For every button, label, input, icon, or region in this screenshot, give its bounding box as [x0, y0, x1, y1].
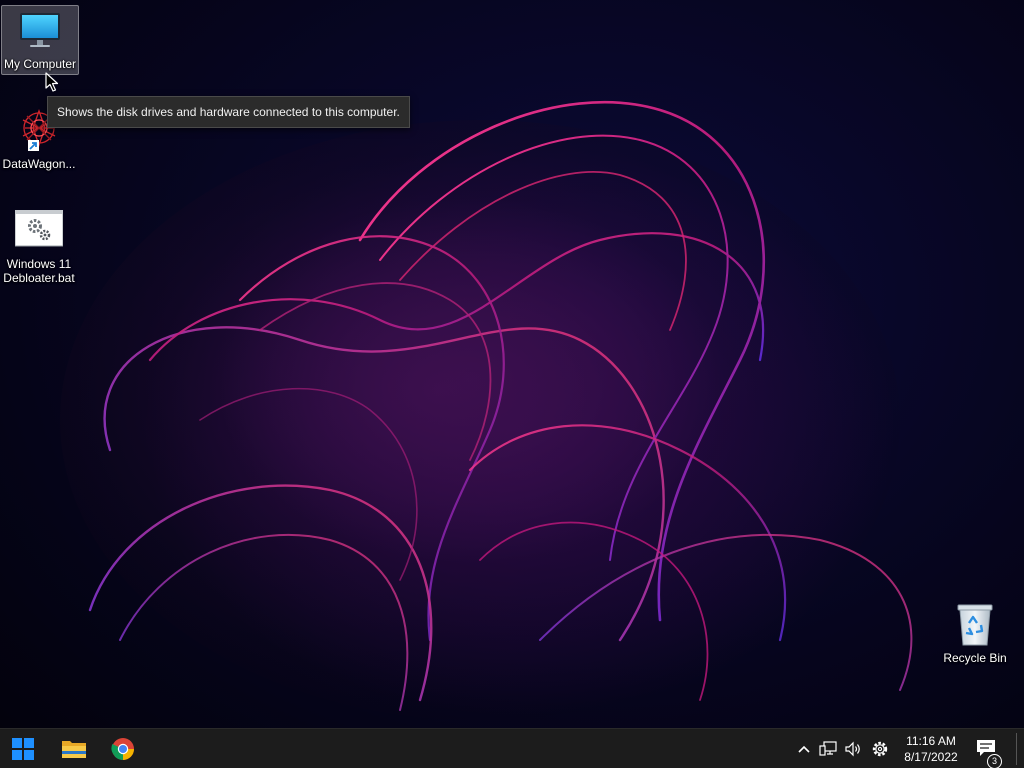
start-button[interactable] — [0, 729, 46, 769]
mouse-cursor-icon — [45, 72, 59, 92]
clock-date: 8/17/2022 — [904, 750, 958, 764]
volume-button[interactable] — [842, 729, 864, 769]
taskbar: 11:16 AM 8/17/2022 3 — [0, 728, 1024, 769]
desktop-icon-label: Windows 11 Debloater.bat — [3, 257, 75, 285]
desktop-icon-recycle-bin[interactable]: Recycle Bin — [937, 600, 1013, 665]
network-button[interactable] — [817, 729, 839, 769]
tooltip-my-computer: Shows the disk drives and hardware conne… — [47, 96, 410, 128]
clock[interactable]: 11:16 AM 8/17/2022 — [896, 729, 966, 769]
desktop-icon-debloater[interactable]: Windows 11 Debloater.bat — [1, 206, 77, 285]
monitor-icon — [16, 6, 64, 54]
gear-icon — [872, 741, 888, 757]
file-explorer-button[interactable] — [51, 729, 97, 769]
chrome-icon — [111, 738, 134, 760]
recycle-bin-icon — [951, 600, 999, 648]
chrome-button[interactable] — [100, 729, 146, 769]
windows-logo-icon — [12, 738, 34, 760]
desktop-icon-my-computer[interactable]: My Computer — [1, 5, 79, 75]
network-icon — [819, 741, 837, 756]
desktop-icon-label: My Computer — [3, 57, 77, 71]
desktop-icon-label: DataWagon... — [2, 157, 76, 171]
clock-time: 11:16 AM — [906, 734, 956, 748]
desktop[interactable]: My Computer DataWagon... Windows 11 Debl… — [0, 0, 1024, 728]
chevron-up-icon — [798, 745, 810, 753]
show-desktop-button[interactable] — [1016, 733, 1017, 765]
batch-file-gear-icon — [15, 206, 63, 254]
show-hidden-icons-button[interactable] — [795, 729, 813, 769]
desktop-icon-label: Recycle Bin — [943, 651, 1007, 665]
notifications-button[interactable]: 3 — [975, 729, 1002, 769]
folder-icon — [62, 741, 86, 758]
volume-icon — [845, 741, 860, 757]
notification-count-badge: 3 — [987, 754, 1002, 769]
settings-button[interactable] — [869, 729, 891, 769]
